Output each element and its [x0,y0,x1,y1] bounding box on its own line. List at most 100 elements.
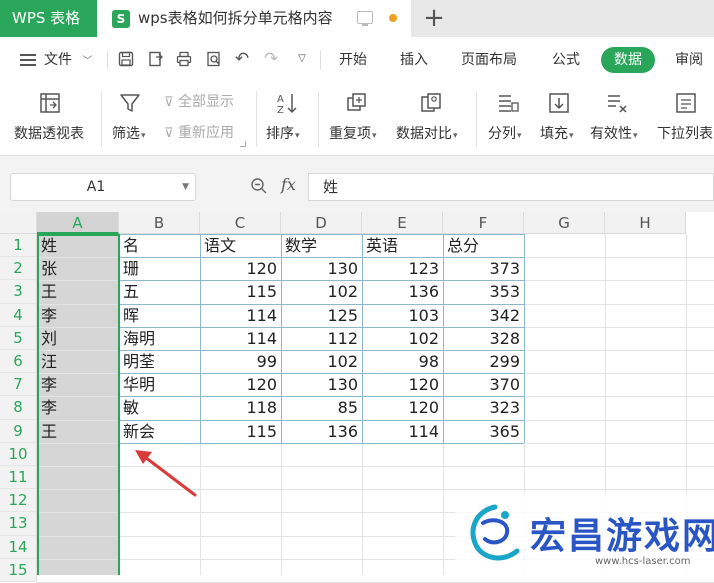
cell-e6[interactable]: 98 [362,351,439,373]
row-header-9[interactable]: 9 [0,419,37,443]
data-compare-button[interactable]: 数据对比▾ [395,83,467,156]
cell-b6[interactable]: 明荃 [123,351,155,373]
cell-e9[interactable]: 114 [362,421,439,443]
cell-d7[interactable]: 130 [281,374,358,396]
tab-data[interactable]: 数据 [601,47,655,73]
cell-f3[interactable]: 353 [443,281,520,303]
cell-d8[interactable]: 85 [281,397,358,419]
cell-b2[interactable]: 珊 [123,258,139,280]
cell-f6[interactable]: 299 [443,351,520,373]
column-header-a[interactable]: A [37,212,119,234]
tab-insert[interactable]: 插入 [400,37,428,83]
app-tab[interactable]: WPS 表格 [0,0,97,37]
cell-f9[interactable]: 365 [443,421,520,443]
cell-e2[interactable]: 123 [362,258,439,280]
cell-f7[interactable]: 370 [443,374,520,396]
cell-c1[interactable]: 语文 [204,235,236,257]
sort-button[interactable]: A Z 排序▾ [265,83,309,156]
cell-e5[interactable]: 102 [362,328,439,350]
cell-f1[interactable]: 总分 [447,235,479,257]
cell-c3[interactable]: 115 [200,281,277,303]
select-all-corner[interactable] [0,212,37,234]
row-header-14[interactable]: 14 [0,535,37,559]
tab-formulas[interactable]: 公式 [552,37,580,83]
cell-f4[interactable]: 342 [443,305,520,327]
export-pdf-icon[interactable] [148,51,164,67]
print-preview-icon[interactable] [206,51,222,67]
column-header-f[interactable]: F [443,212,524,234]
cell-e8[interactable]: 120 [362,397,439,419]
redo-icon[interactable]: ↷ [263,51,279,68]
cell-b7[interactable]: 华明 [123,374,155,396]
cell-d6[interactable]: 102 [281,351,358,373]
split-columns-button[interactable]: 分列▾ [486,83,532,156]
cell-c2[interactable]: 120 [200,258,277,280]
cell-d5[interactable]: 112 [281,328,358,350]
cell-b8[interactable]: 敏 [123,397,139,419]
document-tab[interactable]: S wps表格如何拆分单元格内容 [97,0,411,37]
cell-e3[interactable]: 136 [362,281,439,303]
dropdown-list-button[interactable]: 下拉列表 [656,83,714,156]
cell-b3[interactable]: 五 [123,281,139,303]
cell-d4[interactable]: 125 [281,305,358,327]
column-header-g[interactable]: G [524,212,605,234]
row-header-7[interactable]: 7 [0,373,37,397]
filter-button[interactable]: 筛选▾ [110,83,154,156]
file-menu[interactable]: 文件 ﹀ [44,37,92,83]
new-tab-plus-icon[interactable]: + [420,0,448,37]
reapply-button[interactable]: ⊽ 重新应用 [164,122,234,142]
cell-e1[interactable]: 英语 [366,235,398,257]
row-header-3[interactable]: 3 [0,280,37,304]
cell-b4[interactable]: 晖 [123,305,139,327]
cell-d2[interactable]: 130 [281,258,358,280]
cell-e7[interactable]: 120 [362,374,439,396]
cell-c6[interactable]: 99 [200,351,277,373]
insert-function-icon[interactable]: fx [281,175,296,194]
customize-toolbar-chevron-icon[interactable]: ▽ [294,51,310,67]
undo-icon[interactable]: ↶ [234,51,250,68]
formula-input[interactable]: 姓 [308,173,714,201]
row-header-10[interactable]: 10 [0,442,37,466]
tab-review[interactable]: 审阅 [675,37,703,83]
show-all-button[interactable]: ⊽ 全部显示 [164,91,234,111]
cell-c7[interactable]: 120 [200,374,277,396]
row-header-1[interactable]: 1 [0,234,37,258]
cell-f5[interactable]: 328 [443,328,520,350]
cell-d1[interactable]: 数学 [285,235,317,257]
row-header-15[interactable]: 15 [0,558,37,582]
cell-f8[interactable]: 323 [443,397,520,419]
tab-home[interactable]: 开始 [339,37,367,83]
cell-f2[interactable]: 373 [443,258,520,280]
tab-page-layout[interactable]: 页面布局 [461,37,517,83]
save-icon[interactable] [118,51,134,67]
row-header-12[interactable]: 12 [0,489,37,513]
row-header-13[interactable]: 13 [0,512,37,536]
hamburger-menu-icon[interactable] [20,54,36,66]
screen-icon[interactable] [357,11,373,26]
validity-button[interactable]: 有效性▾ [589,83,651,156]
column-header-d[interactable]: D [281,212,362,234]
fill-button[interactable]: 填充▾ [539,83,585,156]
row-header-2[interactable]: 2 [0,257,37,281]
zoom-icon[interactable] [250,177,268,195]
chevron-down-icon[interactable]: ▼ [182,174,189,200]
row-header-11[interactable]: 11 [0,466,37,490]
column-header-e[interactable]: E [362,212,443,234]
row-header-8[interactable]: 8 [0,396,37,420]
cell-d9[interactable]: 136 [281,421,358,443]
cell-d3[interactable]: 102 [281,281,358,303]
cell-e4[interactable]: 103 [362,305,439,327]
row-header-4[interactable]: 4 [0,303,37,327]
pivot-table-button[interactable]: 数据透视表 [10,83,92,156]
cell-c8[interactable]: 118 [200,397,277,419]
row-header-6[interactable]: 6 [0,350,37,374]
dialog-launcher-icon[interactable] [240,141,246,147]
cell-b5[interactable]: 海明 [123,328,155,350]
print-icon[interactable] [176,51,192,67]
cell-c5[interactable]: 114 [200,328,277,350]
cell-b1[interactable]: 名 [123,235,139,257]
row-header-5[interactable]: 5 [0,326,37,350]
column-header-h[interactable]: H [605,212,686,234]
name-box[interactable]: A1 ▼ [10,173,196,201]
column-header-b[interactable]: B [119,212,200,234]
